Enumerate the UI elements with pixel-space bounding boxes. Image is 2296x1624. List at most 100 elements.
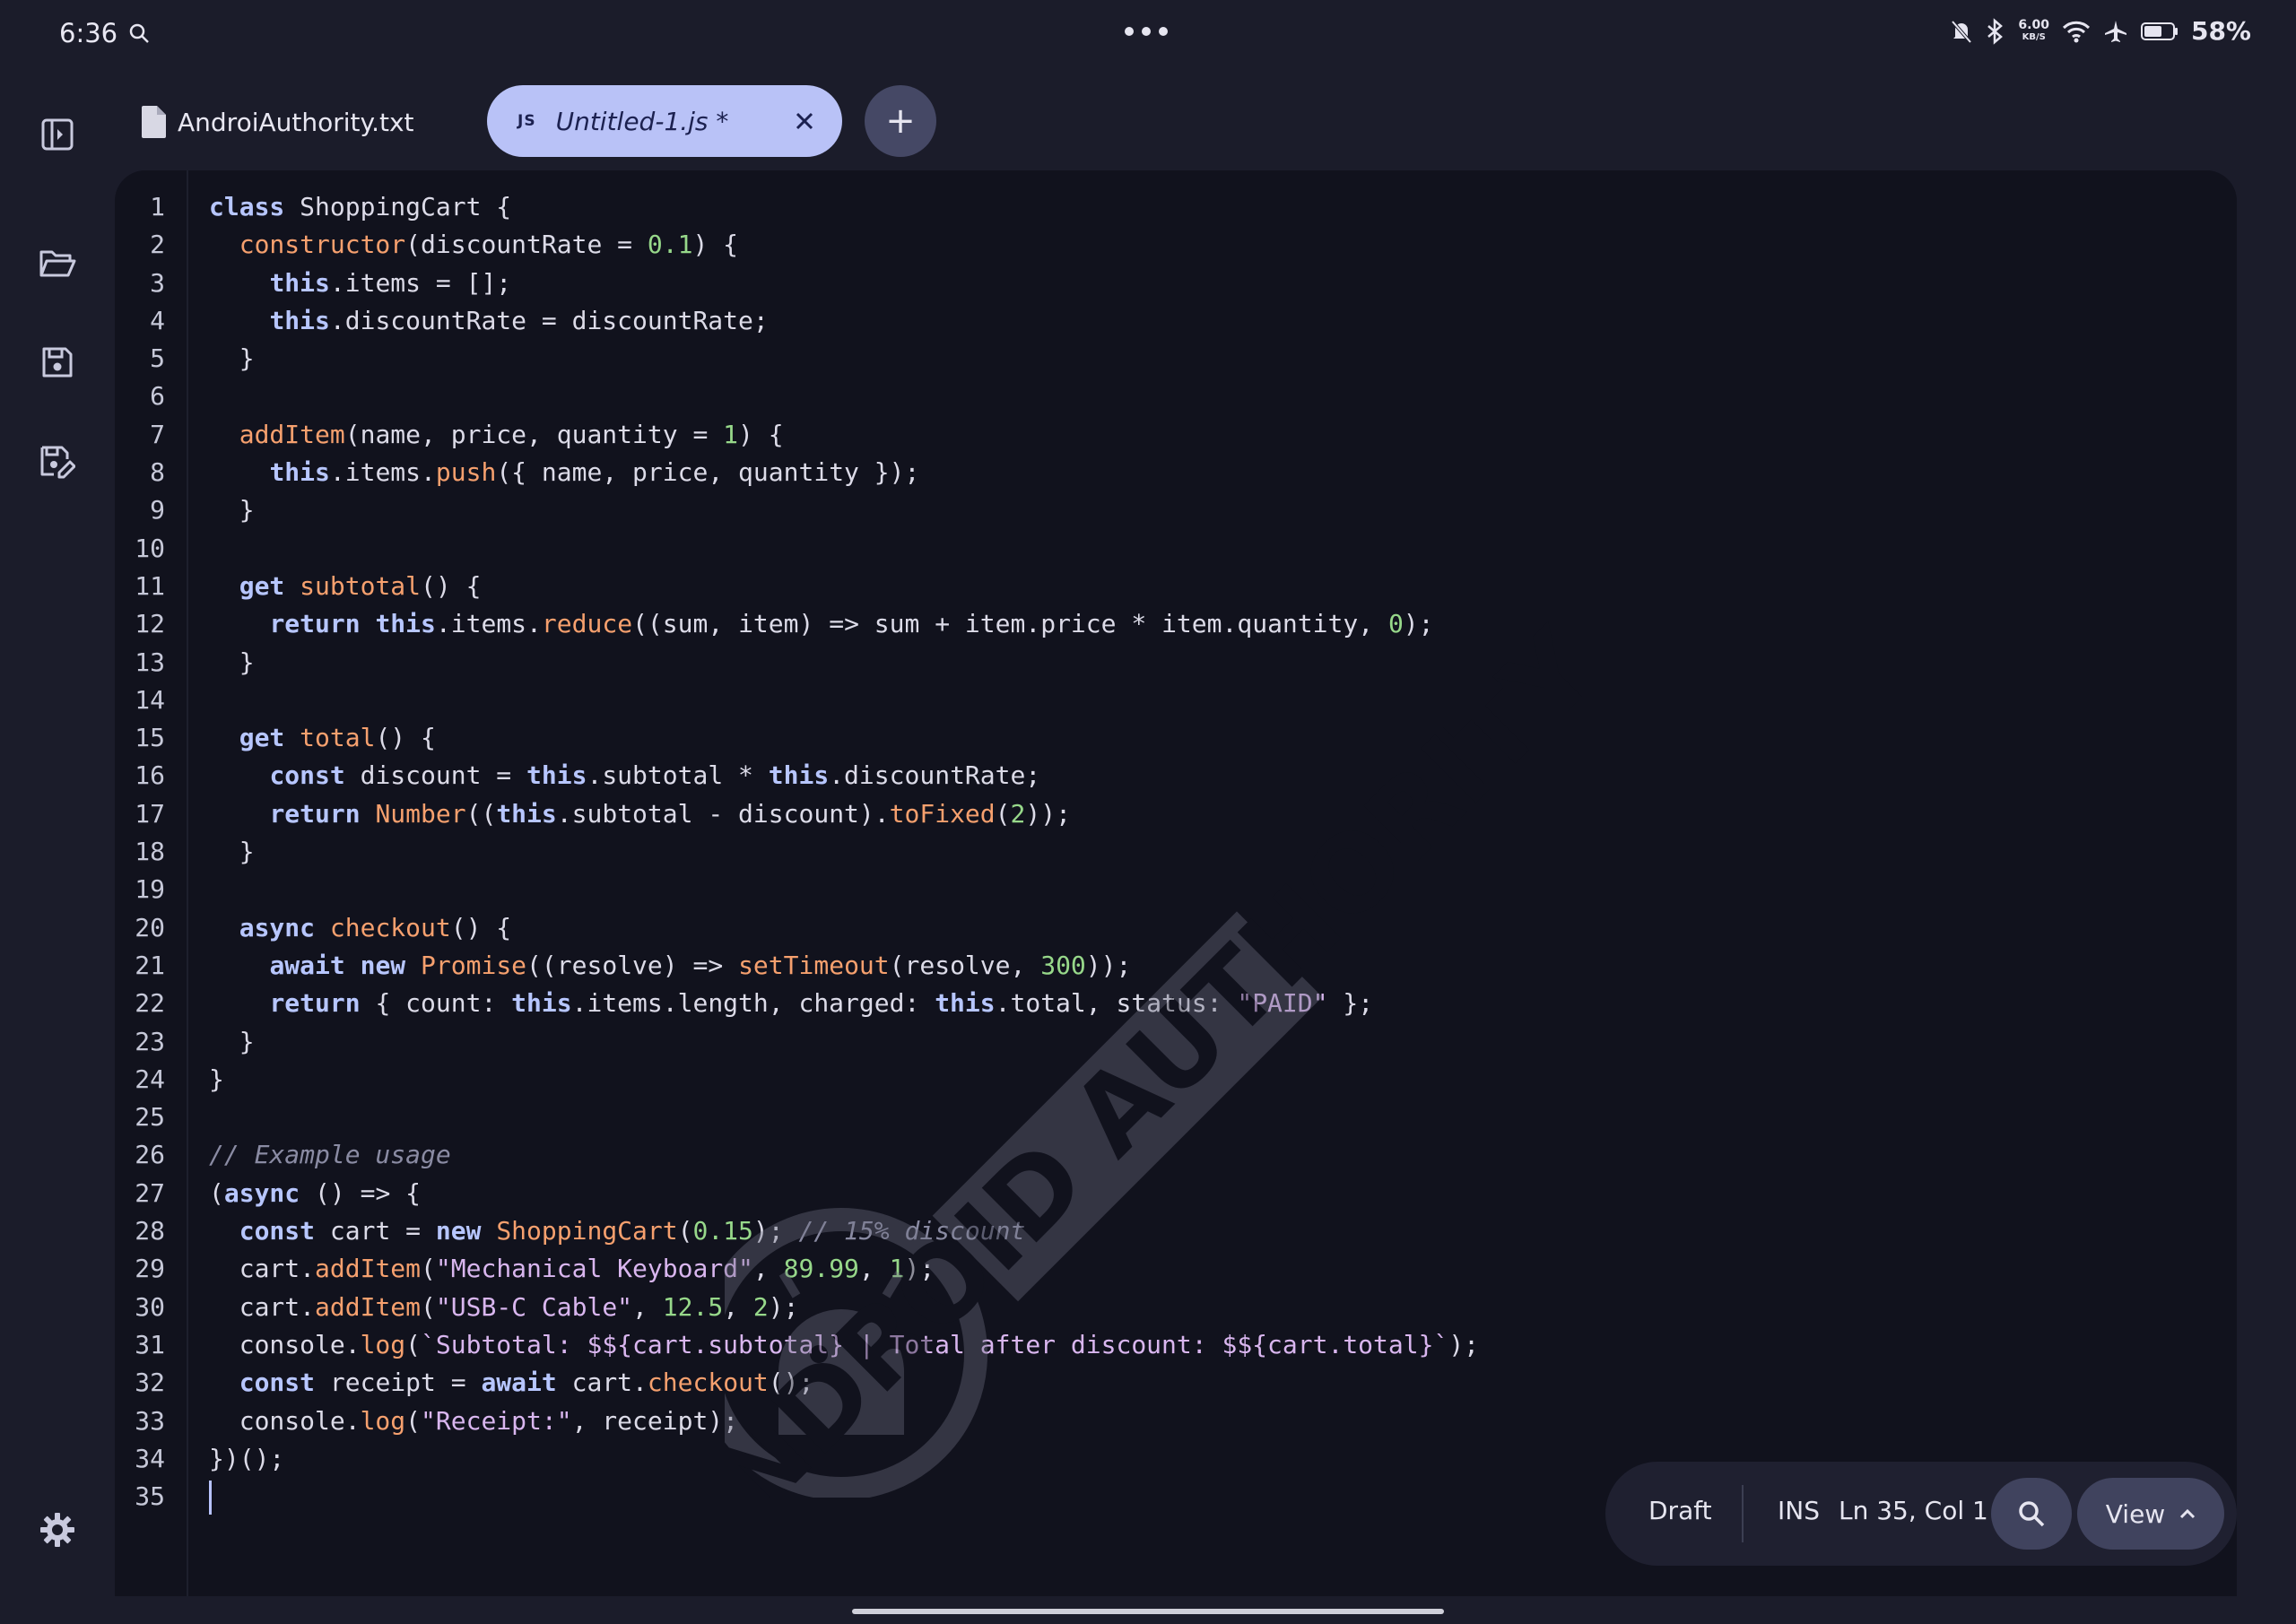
line-number: 2 <box>150 230 165 260</box>
line-number: 20 <box>135 912 165 942</box>
code-text[interactable]: return { count: this.items.length, charg… <box>209 985 1373 1022</box>
code-text[interactable]: console.log(`Subtotal: $${cart.subtotal}… <box>209 1326 1479 1364</box>
gutter-divider <box>187 170 188 1596</box>
line-number: 29 <box>135 1254 165 1284</box>
code-text[interactable]: get subtotal() { <box>209 568 482 605</box>
code-text[interactable]: async checkout() { <box>209 909 511 947</box>
text-cursor <box>209 1481 212 1515</box>
code-text[interactable]: (async () => { <box>209 1175 421 1212</box>
insert-mode[interactable]: INS <box>1778 1496 1820 1525</box>
code-editor[interactable]: 1 class ShoppingCart { 2 constructor(disco… <box>115 170 2237 1596</box>
tab-untitled-1-js[interactable]: JS Untitled-1.js * <box>487 85 842 157</box>
battery-icon <box>2140 22 2178 40</box>
network-speed: 6.00 KB/S <box>2018 17 2049 42</box>
file-icon <box>142 106 166 138</box>
code-text[interactable]: addItem(name, price, quantity = 1) { <box>209 416 784 454</box>
line-number: 35 <box>135 1481 165 1512</box>
mute-icon <box>1951 20 1972 43</box>
code-text[interactable]: await new Promise((resolve) => setTimeou… <box>209 947 1131 985</box>
battery-percent: 58% <box>2190 16 2251 46</box>
search-icon <box>2019 1501 2045 1527</box>
line-number: 17 <box>135 798 165 829</box>
tab-androidauthority-txt[interactable]: AndroiAuthority.txt <box>140 100 414 143</box>
line-number: 31 <box>135 1329 165 1359</box>
line-number: 21 <box>135 950 165 980</box>
line-number: 3 <box>150 267 165 298</box>
line-number: 27 <box>135 1177 165 1208</box>
find-button[interactable] <box>1991 1478 2072 1550</box>
code-text[interactable]: const cart = new ShoppingCart(0.15); // … <box>209 1212 1026 1250</box>
line-number: 24 <box>135 1064 165 1094</box>
line-number: 33 <box>135 1405 165 1436</box>
gesture-home-bar[interactable] <box>852 1609 1444 1614</box>
tab-label: AndroiAuthority.txt <box>178 107 414 137</box>
plus-icon: + <box>885 100 916 142</box>
draft-status[interactable]: Draft <box>1648 1496 1712 1525</box>
code-text[interactable]: console.log("Receipt:", receipt); <box>209 1403 738 1440</box>
code-text[interactable]: constructor(discountRate = 0.1) { <box>209 226 738 264</box>
cursor-position[interactable]: Ln 35, Col 1 <box>1839 1496 1988 1525</box>
line-number: 1 <box>150 192 165 221</box>
close-icon[interactable] <box>792 109 817 134</box>
search-icon <box>129 23 149 43</box>
line-number: 32 <box>135 1368 165 1398</box>
line-number: 26 <box>135 1140 165 1170</box>
open-folder-icon[interactable] <box>38 244 77 283</box>
line-number: 4 <box>150 305 165 335</box>
code-text[interactable]: return this.items.reduce((sum, item) => … <box>209 605 1433 643</box>
line-number: 6 <box>150 381 165 412</box>
code-text[interactable]: this.discountRate = discountRate; <box>209 302 768 340</box>
more-dots-icon[interactable] <box>1125 27 1168 36</box>
line-number: 11 <box>135 570 165 601</box>
line-number: 7 <box>150 419 165 449</box>
line-number: 34 <box>135 1443 165 1473</box>
settings-icon[interactable] <box>38 1510 77 1550</box>
code-text[interactable]: const receipt = await cart.checkout(); <box>209 1364 814 1402</box>
chevron-up-icon <box>2180 1508 2196 1519</box>
line-number: 16 <box>135 760 165 791</box>
line-number: 14 <box>135 684 165 715</box>
code-text[interactable]: } <box>209 1061 224 1099</box>
line-number: 22 <box>135 988 165 1019</box>
code-text[interactable]: cart.addItem("Mechanical Keyboard", 89.9… <box>209 1250 935 1288</box>
line-number: 18 <box>135 837 165 867</box>
add-tab-button[interactable]: + <box>865 85 936 157</box>
toggle-sidebar-icon[interactable] <box>38 115 77 154</box>
bluetooth-icon <box>1987 17 2004 45</box>
code-text[interactable]: } <box>209 833 255 871</box>
editor-status-bar: Draft INS Ln 35, Col 1 View <box>1605 1462 2237 1566</box>
line-number: 12 <box>135 609 165 639</box>
code-text[interactable]: } <box>209 1023 255 1061</box>
line-number: 23 <box>135 1026 165 1056</box>
line-number: 5 <box>150 343 165 374</box>
code-text[interactable]: } <box>209 340 255 378</box>
divider <box>1742 1485 1744 1542</box>
system-status-bar: 6:36 6.00 KB/S 58% <box>0 0 2296 72</box>
tab-label: Untitled-1.js * <box>555 106 729 136</box>
code-text[interactable]: } <box>209 491 255 529</box>
line-number: 25 <box>135 1102 165 1133</box>
code-text[interactable]: this.items = []; <box>209 265 511 302</box>
code-text[interactable]: get total() { <box>209 719 436 757</box>
save-icon[interactable] <box>38 343 77 382</box>
code-text[interactable]: })(); <box>209 1440 284 1478</box>
code-text[interactable]: class ShoppingCart { <box>209 188 511 226</box>
code-text[interactable]: const discount = this.subtotal * this.di… <box>209 757 1040 795</box>
view-label: View <box>2105 1498 2166 1529</box>
line-number: 28 <box>135 1216 165 1246</box>
wifi-icon <box>2062 21 2091 42</box>
code-text[interactable]: cart.addItem("USB-C Cable", 12.5, 2); <box>209 1289 799 1326</box>
code-text[interactable]: return Number((this.subtotal - discount)… <box>209 795 1071 833</box>
code-text[interactable]: // Example usage <box>209 1136 451 1174</box>
code-text[interactable]: } <box>209 644 255 682</box>
clock: 6:36 <box>59 18 118 48</box>
js-badge-icon: JS <box>517 112 536 130</box>
line-number: 8 <box>150 457 165 488</box>
code-text[interactable]: this.items.push({ name, price, quantity … <box>209 454 919 491</box>
view-menu-button[interactable]: View <box>2077 1478 2224 1550</box>
line-number: 30 <box>135 1291 165 1322</box>
save-as-icon[interactable] <box>38 443 77 482</box>
code-text[interactable] <box>209 1478 212 1515</box>
line-number: 9 <box>150 495 165 525</box>
line-number: 15 <box>135 723 165 753</box>
